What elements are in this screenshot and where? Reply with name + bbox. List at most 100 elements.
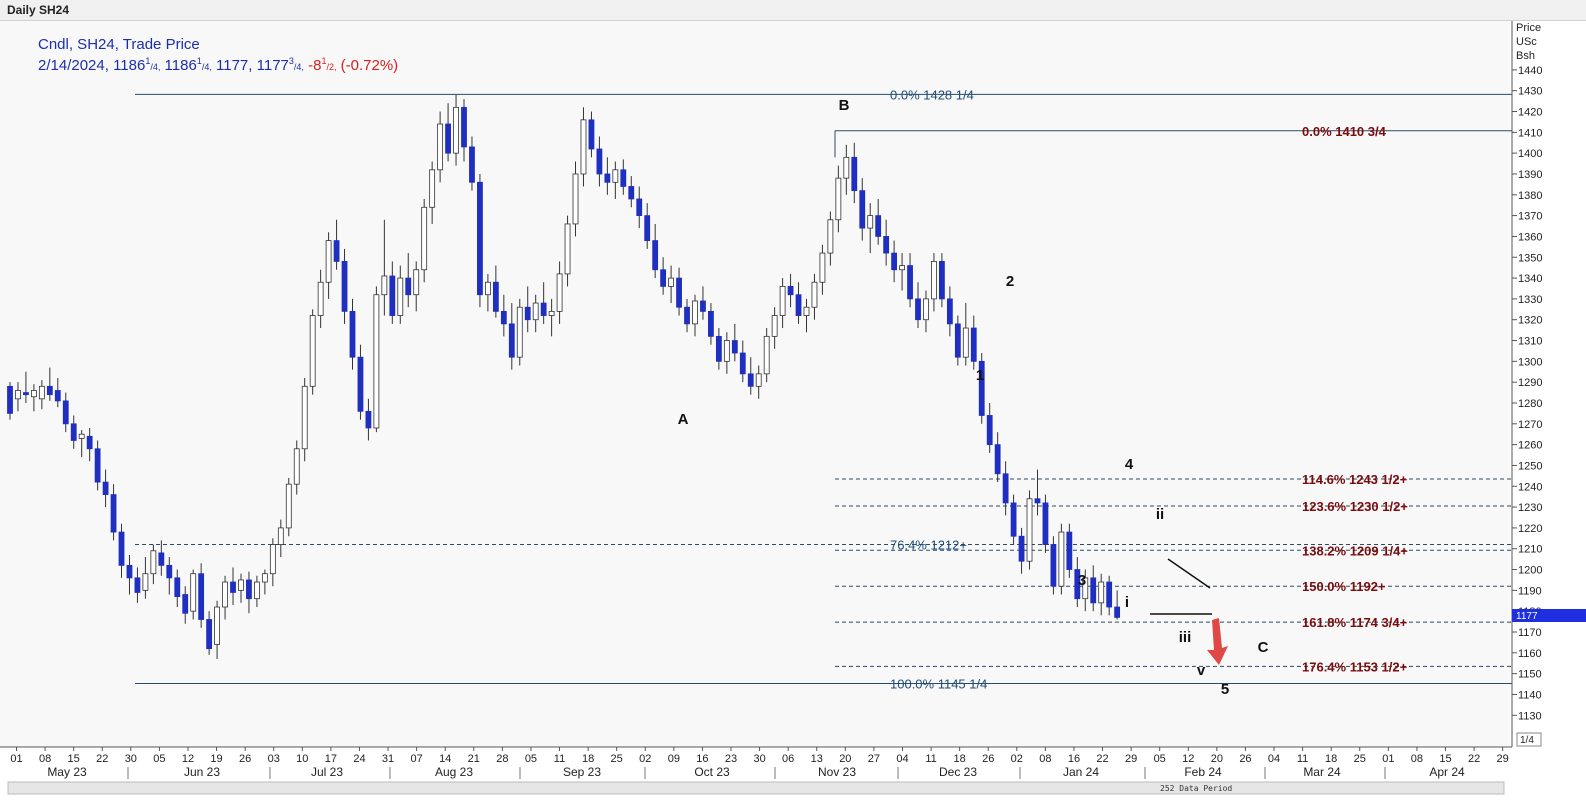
month-label: May 23 bbox=[47, 765, 87, 779]
fib-label: 161.8% 1174 3/4+ bbox=[1302, 615, 1408, 630]
candle-up bbox=[763, 335, 770, 375]
time-tick-label: 01 bbox=[1382, 753, 1394, 765]
candle-down bbox=[62, 400, 69, 425]
candle-down bbox=[715, 335, 722, 362]
page-indicator[interactable]: 1/4 bbox=[1520, 735, 1534, 746]
month-label: Dec 23 bbox=[939, 765, 977, 779]
info-change-pct: (-0.72%) bbox=[340, 57, 399, 74]
time-tick-label: 29 bbox=[1125, 753, 1137, 765]
candle-down bbox=[246, 579, 252, 600]
info-low: 1177, bbox=[216, 57, 253, 74]
chart-canvas[interactable]: 0.0% 1428 1/4 0.0% 1410 3/4 114.6% 1243 1/… bbox=[0, 0, 1586, 805]
info-line-2: 2/14/2024, 11861/4, 11861/4, 1177, 11773… bbox=[38, 56, 398, 74]
candle-up bbox=[803, 306, 810, 316]
time-tick-label: 27 bbox=[868, 753, 880, 765]
wave-label: 1 bbox=[976, 367, 984, 384]
candle-down bbox=[102, 481, 109, 495]
candle-down bbox=[787, 285, 794, 296]
window-title: Daily SH24 bbox=[7, 3, 70, 17]
price-tick-label: 1250 bbox=[1518, 460, 1542, 472]
wave-label: 5 bbox=[1221, 681, 1229, 698]
candle-up bbox=[78, 433, 85, 439]
candle-up bbox=[381, 275, 388, 296]
price-tick-label: 1350 bbox=[1518, 252, 1542, 264]
price-tick-label: 1230 bbox=[1518, 502, 1542, 514]
candle-down bbox=[126, 564, 133, 579]
price-tick-label: 1430 bbox=[1518, 86, 1542, 98]
candle-down bbox=[1106, 581, 1113, 608]
candle-up bbox=[301, 385, 308, 450]
candle-up bbox=[962, 327, 969, 358]
fib-label: 100.0% 1145 1/4 bbox=[890, 677, 987, 692]
price-tick-label: 1310 bbox=[1518, 336, 1542, 348]
time-tick-label: 02 bbox=[639, 753, 651, 765]
candle-down bbox=[604, 173, 611, 183]
candle-down bbox=[158, 552, 165, 566]
wave-label: A bbox=[678, 411, 689, 428]
time-tick-label: 11 bbox=[1297, 753, 1308, 765]
time-tick-label: 19 bbox=[210, 753, 222, 765]
wave-label: iii bbox=[1179, 629, 1192, 646]
time-tick-label: 13 bbox=[811, 753, 823, 765]
candle-up bbox=[293, 448, 300, 485]
candle-down bbox=[118, 531, 125, 566]
candle-up bbox=[413, 269, 420, 296]
candle-down bbox=[739, 352, 746, 375]
time-tick-label: 03 bbox=[268, 753, 280, 765]
candle-down bbox=[1114, 606, 1121, 618]
wave-label: 4 bbox=[1125, 456, 1134, 473]
candle-down bbox=[676, 277, 682, 308]
wave-label: 3 bbox=[1078, 572, 1086, 589]
candle-down bbox=[461, 106, 467, 148]
time-tick-label: 04 bbox=[896, 753, 908, 765]
candle-down bbox=[524, 306, 531, 321]
price-header-3: Bsh bbox=[1516, 50, 1535, 62]
candle-up bbox=[238, 579, 244, 591]
candle-up bbox=[429, 169, 436, 208]
candle-up bbox=[835, 177, 842, 221]
candle-up bbox=[612, 169, 619, 183]
candle-down bbox=[684, 306, 690, 325]
candle-up bbox=[222, 581, 228, 608]
price-tick-label: 1300 bbox=[1518, 356, 1542, 368]
time-tick-label: 20 bbox=[839, 753, 851, 765]
candle-up bbox=[827, 219, 834, 254]
candle-up bbox=[190, 573, 197, 612]
fib-label: 123.6% 1230 1/2+ bbox=[1302, 499, 1408, 514]
candle-down bbox=[134, 577, 141, 593]
candle-down bbox=[540, 302, 547, 316]
time-tick-label: 09 bbox=[668, 753, 680, 765]
data-period-scrollbar[interactable] bbox=[7, 781, 1505, 795]
time-tick-label: 07 bbox=[410, 753, 422, 765]
candle-up bbox=[38, 385, 45, 400]
time-tick-label: 23 bbox=[725, 753, 737, 765]
current-price-label: 1177 bbox=[1516, 611, 1538, 622]
candle-up bbox=[931, 261, 937, 300]
title-bar: Daily SH24 bbox=[0, 0, 1586, 21]
price-tick-label: 1370 bbox=[1518, 211, 1542, 223]
info-open: 11861/4, bbox=[113, 56, 161, 74]
candle-down bbox=[700, 300, 706, 312]
candle-down bbox=[349, 310, 356, 358]
candle-down bbox=[206, 619, 213, 650]
price-tick-label: 1270 bbox=[1518, 419, 1542, 431]
time-tick-label: 30 bbox=[125, 753, 137, 765]
fib-label: 0.0% 1428 1/4 bbox=[890, 87, 974, 102]
candle-down bbox=[357, 356, 364, 412]
price-tick-label: 1220 bbox=[1518, 523, 1542, 535]
fib-label: 114.6% 1243 1/2+ bbox=[1302, 472, 1408, 487]
price-tick-label: 1320 bbox=[1518, 315, 1542, 327]
wave-label: 2 bbox=[1006, 273, 1014, 290]
time-tick-label: 18 bbox=[582, 753, 594, 765]
candle-down bbox=[970, 327, 977, 362]
candle-down bbox=[70, 423, 77, 441]
candle-up bbox=[692, 300, 698, 325]
candle-up bbox=[309, 315, 316, 387]
time-tick-label: 26 bbox=[982, 753, 994, 765]
candle-down bbox=[1090, 577, 1097, 604]
candle-down bbox=[644, 215, 651, 241]
candle-down bbox=[230, 581, 236, 593]
time-tick-label: 15 bbox=[68, 753, 80, 765]
candle-up bbox=[532, 302, 539, 321]
time-tick-label: 14 bbox=[439, 753, 451, 765]
